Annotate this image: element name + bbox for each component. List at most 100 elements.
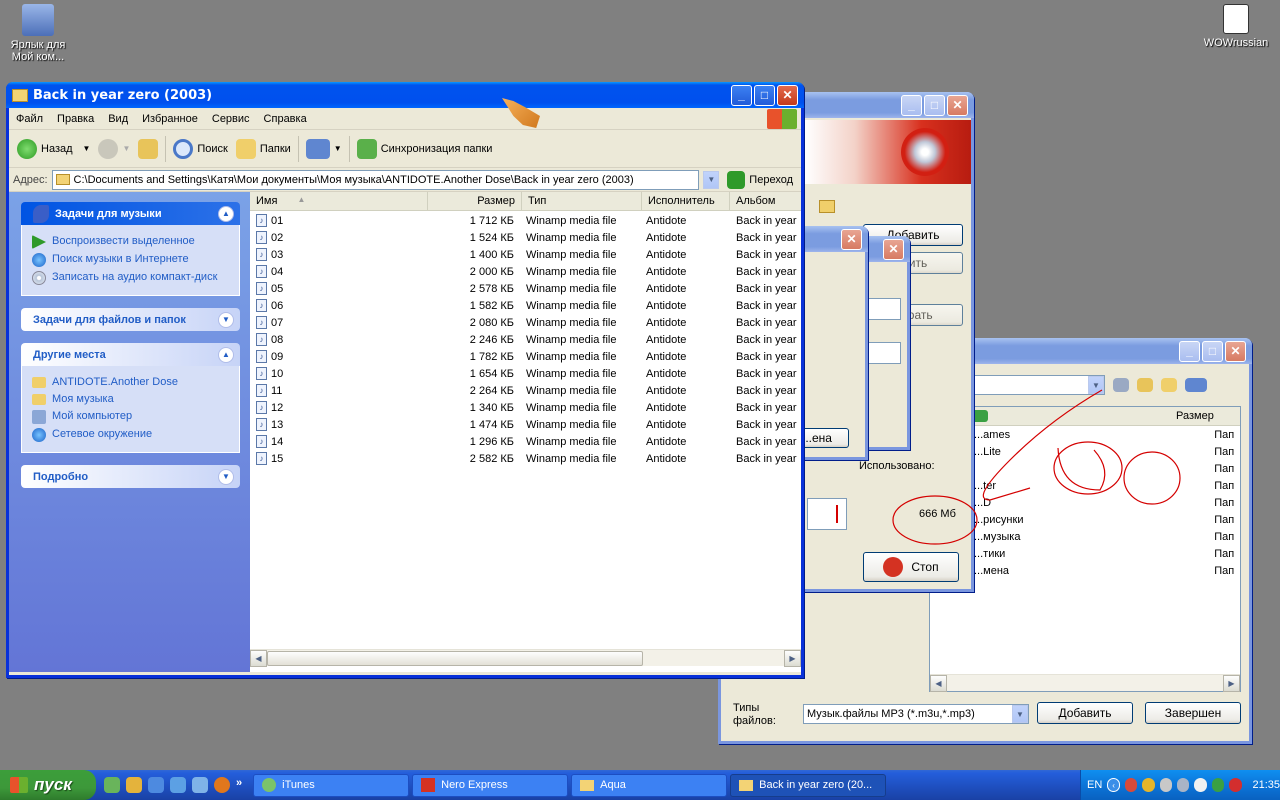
go-button[interactable]: Переход bbox=[723, 169, 797, 191]
collapse-chevron-icon[interactable]: ▲ bbox=[218, 205, 234, 222]
scroll-right-icon[interactable]: ▶ bbox=[784, 649, 801, 667]
column-artist[interactable]: Исполнитель bbox=[642, 192, 730, 210]
place-network[interactable]: Сетевое окружение bbox=[32, 428, 229, 442]
forward-button[interactable]: ▼ bbox=[94, 137, 134, 161]
table-row[interactable]: ♪ 05 2 578 КБ Winamp media file Antidote Back… bbox=[250, 280, 801, 297]
sync-folder-button[interactable]: Синхронизация папки bbox=[353, 137, 497, 161]
folder-icon[interactable] bbox=[819, 200, 835, 213]
table-row[interactable]: ♪ 15 2 582 КБ Winamp media file Antidote Back… bbox=[250, 450, 801, 467]
list-item[interactable]: ...мена Пап bbox=[930, 562, 1240, 579]
task-search-music-online[interactable]: Поиск музыки в Интернете bbox=[32, 253, 229, 267]
table-row[interactable]: ♪ 04 2 000 КБ Winamp media file Antidote Back… bbox=[250, 263, 801, 280]
menu-view[interactable]: Вид bbox=[101, 113, 135, 125]
table-row[interactable]: ♪ 08 2 246 КБ Winamp media file Antidote Back… bbox=[250, 331, 801, 348]
column-type[interactable]: Тип bbox=[522, 192, 642, 210]
tray-chevron-icon[interactable]: ‹ bbox=[1107, 778, 1120, 792]
table-row[interactable]: ♪ 14 1 296 КБ Winamp media file Antidote Back… bbox=[250, 433, 801, 450]
minimize-button[interactable]: _ bbox=[1179, 340, 1200, 362]
language-indicator[interactable]: EN bbox=[1087, 779, 1102, 791]
table-row[interactable]: ♪ 12 1 340 КБ Winamp media file Antidote Back… bbox=[250, 399, 801, 416]
column-size[interactable]: Размер bbox=[428, 192, 522, 210]
scroll-left-icon[interactable]: ◀ bbox=[250, 649, 267, 667]
other-places-header[interactable]: Другие места ▲ bbox=[21, 343, 240, 366]
tray-speaker-icon[interactable] bbox=[1177, 778, 1190, 792]
back-button[interactable]: Назад ▼ bbox=[13, 137, 94, 161]
close-button[interactable]: ✕ bbox=[1225, 340, 1246, 362]
tray-icon-5[interactable] bbox=[1194, 778, 1207, 792]
tray-icon-3[interactable] bbox=[1159, 778, 1173, 792]
place-my-computer[interactable]: Мой компьютер bbox=[32, 410, 229, 424]
up-button[interactable] bbox=[134, 137, 162, 161]
quicklaunch-firefox-icon[interactable] bbox=[214, 777, 230, 793]
nero-stop-button[interactable]: Стоп bbox=[863, 552, 959, 582]
chevron-down-icon[interactable]: ▼ bbox=[83, 144, 91, 153]
table-row[interactable]: ♪ 01 1 712 КБ Winamp media file Antidote Back… bbox=[250, 212, 801, 229]
place-my-music[interactable]: Моя музыка bbox=[32, 393, 229, 406]
tray-antivirus-icon[interactable] bbox=[1229, 778, 1242, 792]
menu-help[interactable]: Справка bbox=[257, 113, 314, 125]
expand-chevron-icon[interactable]: ▼ bbox=[218, 311, 234, 328]
file-tasks-header[interactable]: Задачи для файлов и папок ▼ bbox=[21, 308, 240, 331]
maximize-button[interactable]: □ bbox=[1202, 340, 1223, 362]
menu-file[interactable]: Файл bbox=[9, 113, 50, 125]
table-row[interactable]: ♪ 09 1 782 КБ Winamp media file Antidote Back… bbox=[250, 348, 801, 365]
taskbar-item-aqua[interactable]: Aqua bbox=[571, 773, 728, 797]
start-button[interactable]: пуск bbox=[0, 770, 96, 800]
folders-button[interactable]: Папки bbox=[232, 137, 295, 161]
taskbar-item-itunes[interactable]: iTunes bbox=[253, 773, 410, 797]
dialog-finish-button[interactable]: Завершен bbox=[1145, 702, 1241, 724]
table-row[interactable]: ♪ 02 1 524 КБ Winamp media file Antidote Back… bbox=[250, 229, 801, 246]
table-row[interactable]: ♪ 13 1 474 КБ Winamp media file Antidote Back… bbox=[250, 416, 801, 433]
explorer-titlebar[interactable]: Back in year zero (2003) _ □ ✕ bbox=[6, 82, 804, 108]
expand-chevron-icon[interactable]: ▼ bbox=[218, 468, 234, 485]
menu-tools[interactable]: Сервис bbox=[205, 113, 257, 125]
chevron-down-icon[interactable]: ▼ bbox=[703, 170, 720, 189]
table-row[interactable]: ♪ 06 1 582 КБ Winamp media file Antidote Back… bbox=[250, 297, 801, 314]
chevron-down-icon[interactable]: ▼ bbox=[1012, 705, 1028, 723]
details-header[interactable]: Подробно ▼ bbox=[21, 465, 240, 488]
more-chevron-icon[interactable]: » bbox=[236, 777, 242, 793]
table-row[interactable]: ♪ 11 2 264 КБ Winamp media file Antidote Back… bbox=[250, 382, 801, 399]
quicklaunch-app-icon[interactable] bbox=[192, 777, 208, 793]
taskbar-item-explorer[interactable]: Back in year zero (20... bbox=[730, 773, 887, 797]
scroll-thumb[interactable] bbox=[267, 650, 643, 666]
dialog-scrollbar[interactable]: ◀ ▶ bbox=[930, 674, 1240, 692]
quicklaunch-ie-icon[interactable] bbox=[148, 777, 164, 793]
filetypes-select[interactable]: Музык.файлы MP3 (*.m3u,*.mp3) ▼ bbox=[803, 704, 1029, 724]
quicklaunch-media-icon[interactable] bbox=[104, 777, 120, 793]
menu-edit[interactable]: Правка bbox=[50, 113, 101, 125]
close-button[interactable]: ✕ bbox=[841, 228, 862, 250]
table-row[interactable]: ♪ 10 1 654 КБ Winamp media file Antidote Back… bbox=[250, 365, 801, 382]
views-button[interactable]: ▼ bbox=[302, 137, 346, 161]
desktop-icon-my-computer-shortcut[interactable]: Ярлык для Мой ком... bbox=[0, 4, 76, 63]
address-input[interactable]: C:\Documents and Settings\Катя\Мои докум… bbox=[51, 169, 700, 190]
search-button[interactable]: Поиск bbox=[169, 137, 231, 161]
collapse-chevron-icon[interactable]: ▲ bbox=[218, 346, 234, 363]
taskbar-item-nero[interactable]: Nero Express bbox=[412, 773, 569, 797]
column-album[interactable]: Альбом bbox=[730, 192, 801, 210]
menu-favorites[interactable]: Избранное bbox=[135, 113, 205, 125]
place-antidote-folder[interactable]: ANTIDOTE.Another Dose bbox=[32, 376, 229, 389]
tray-icon-1[interactable] bbox=[1124, 778, 1138, 792]
column-name[interactable]: Имя ▲ bbox=[250, 192, 428, 210]
chevron-down-icon[interactable]: ▼ bbox=[122, 144, 130, 153]
task-burn-audio-cd[interactable]: Записать на аудио компакт-диск bbox=[32, 271, 229, 285]
tray-shield-icon[interactable] bbox=[1142, 778, 1155, 792]
desktop-icon-wowrussian[interactable]: WOWrussian bbox=[1198, 4, 1274, 49]
horizontal-scrollbar[interactable]: ◀ ▶ bbox=[250, 649, 801, 667]
quicklaunch-player-icon[interactable] bbox=[170, 777, 186, 793]
close-button[interactable]: ✕ bbox=[777, 84, 798, 106]
maximize-button[interactable]: □ bbox=[924, 94, 945, 116]
minimize-button[interactable]: _ bbox=[731, 84, 752, 106]
music-tasks-header[interactable]: Задачи для музыки ▲ bbox=[21, 202, 240, 225]
dialog-add-button[interactable]: Добавить bbox=[1037, 702, 1133, 724]
close-button[interactable]: ✕ bbox=[883, 238, 904, 260]
tray-icon-6[interactable] bbox=[1211, 778, 1225, 792]
maximize-button[interactable]: □ bbox=[754, 84, 775, 106]
task-play-selection[interactable]: Воспроизвести выделенное bbox=[32, 235, 229, 249]
quicklaunch-messenger-icon[interactable] bbox=[126, 777, 142, 793]
table-row[interactable]: ♪ 07 2 080 КБ Winamp media file Antidote Back… bbox=[250, 314, 801, 331]
close-button[interactable]: ✕ bbox=[947, 94, 968, 116]
table-row[interactable]: ♪ 03 1 400 КБ Winamp media file Antidote Back… bbox=[250, 246, 801, 263]
minimize-button[interactable]: _ bbox=[901, 94, 922, 116]
